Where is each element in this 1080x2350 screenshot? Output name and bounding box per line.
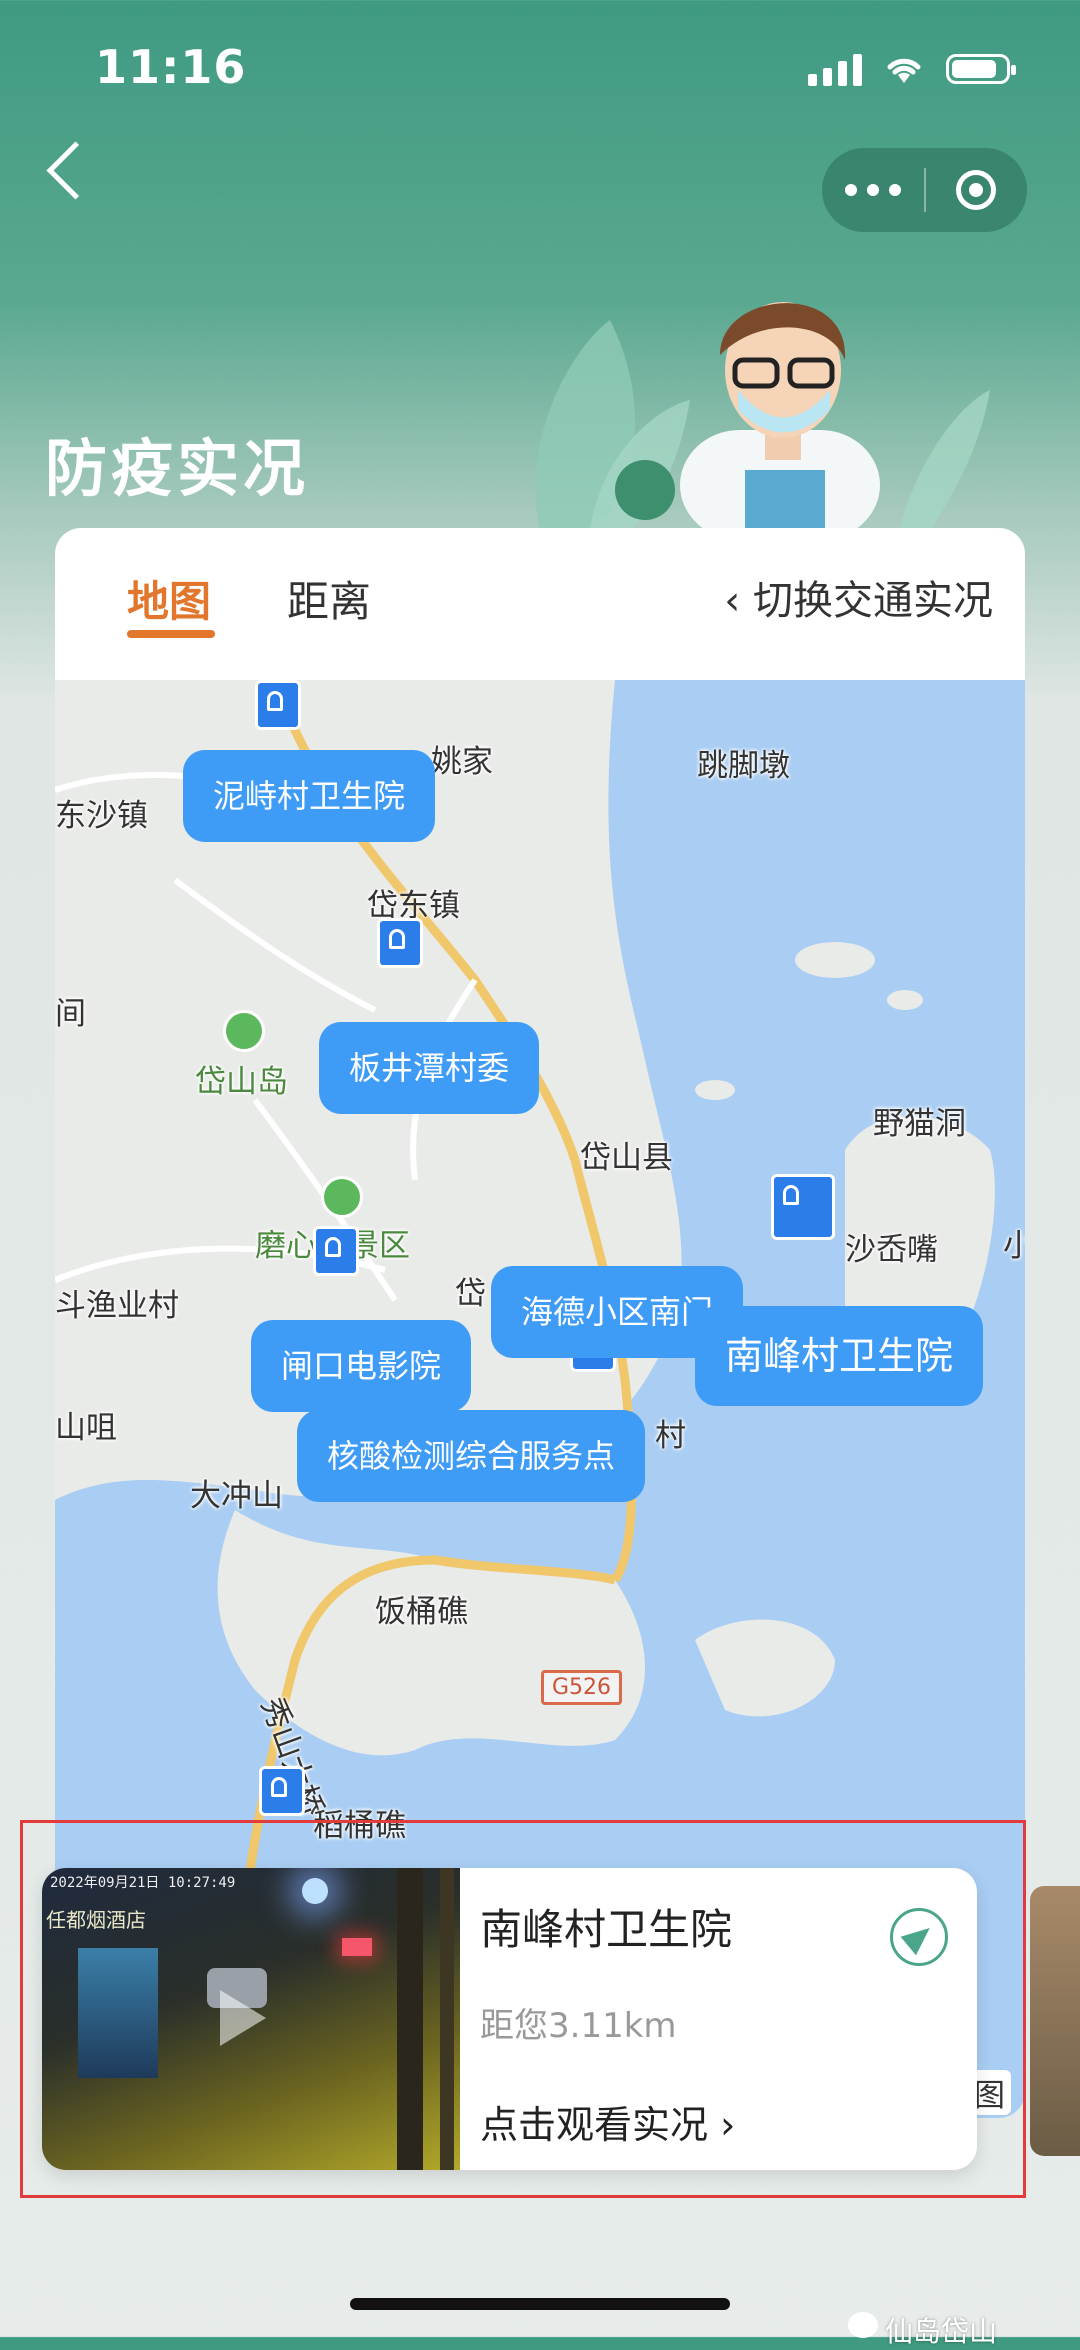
place-label: 大冲山 [190,1478,283,1514]
location-name: 南峰村卫生院 [480,1905,733,1954]
hospital-pin-icon[interactable] [259,1766,305,1816]
location-info-card[interactable]: 2022年09月21日 10:27:49 任都烟酒店 南峰村卫生院 距您3.11… [42,1868,977,2170]
hospital-pin-icon[interactable] [377,918,423,968]
scenic-icon [223,1010,265,1052]
hospital-pin-icon[interactable] [255,680,301,730]
home-indicator [350,2298,730,2310]
place-label: 山咀 [55,1410,117,1446]
place-label: 跳脚墩 [697,748,790,784]
camera-scene [78,1948,158,2078]
map-marker-label[interactable]: 核酸检测综合服务点 [297,1410,646,1502]
doctor-illustration [535,302,990,530]
wifi-icon [887,58,921,83]
place-label: 小 [1003,1228,1025,1264]
play-icon[interactable] [220,1990,266,2046]
map-marker-label[interactable]: 泥峙村卫生院 [183,750,436,842]
miniapp-capsule [822,148,1027,232]
watch-live-link[interactable]: 点击观看实况 › [480,2094,735,2149]
place-label: 饭桶礁 [375,1594,468,1630]
page-title: 防疫实况 [45,432,310,505]
camera-scene [397,1868,423,2170]
status-icons [808,52,1016,86]
place-label: 岱山县 [580,1140,673,1176]
hospital-pin-icon[interactable] [313,1226,359,1276]
place-label: 斗渔业村 [55,1288,179,1324]
place-label: 岱 [455,1276,486,1312]
back-button[interactable] [46,141,105,200]
scenic-icon [321,1176,363,1218]
battery-icon [946,54,1016,84]
signal-icon [808,52,862,86]
map-marker-label[interactable]: 闸口电影院 [251,1320,472,1412]
place-label: 野猫洞 [873,1106,966,1142]
place-label: 东沙镇 [55,798,148,834]
place-label: 村 [655,1418,686,1454]
target-icon [956,170,997,210]
map-marker-label[interactable]: 板井潭村委 [319,1022,540,1114]
tab-distance[interactable]: 距离 [287,568,371,629]
watermark: 仙岛岱山 [885,2315,998,2348]
close-miniapp-button[interactable] [926,170,1028,210]
camera-timestamp: 2022年09月21日 10:27:49 [50,1875,236,1891]
wechat-icon [848,2312,878,2338]
more-button[interactable] [822,184,924,196]
location-distance: 距您3.11km [480,2006,677,2046]
camera-scene [302,1878,328,1904]
place-label: 岱山岛 [195,1064,288,1100]
place-label: 间 [55,996,86,1032]
map-marker-label[interactable]: 南峰村卫生院 [695,1306,984,1406]
camera-scene [342,1938,372,1956]
hospital-pin-icon[interactable] [771,1174,835,1240]
road-label: G526 [541,1670,623,1705]
place-label: 姚家 [431,744,493,780]
next-card-peek[interactable] [1030,1886,1080,2156]
navigate-button[interactable] [890,1908,948,1966]
live-camera-thumbnail[interactable]: 2022年09月21日 10:27:49 任都烟酒店 [42,1868,460,2170]
camera-shop-sign: 任都烟酒店 [46,1908,146,1932]
camera-scene [440,1868,454,2170]
switch-traffic-button[interactable]: ‹ 切换交通实况 [724,568,993,626]
tab-active-indicator [127,630,215,638]
place-label: 沙岙嘴 [845,1232,938,1268]
tab-map[interactable]: 地图 [127,568,211,629]
status-time: 11:16 [95,40,247,94]
